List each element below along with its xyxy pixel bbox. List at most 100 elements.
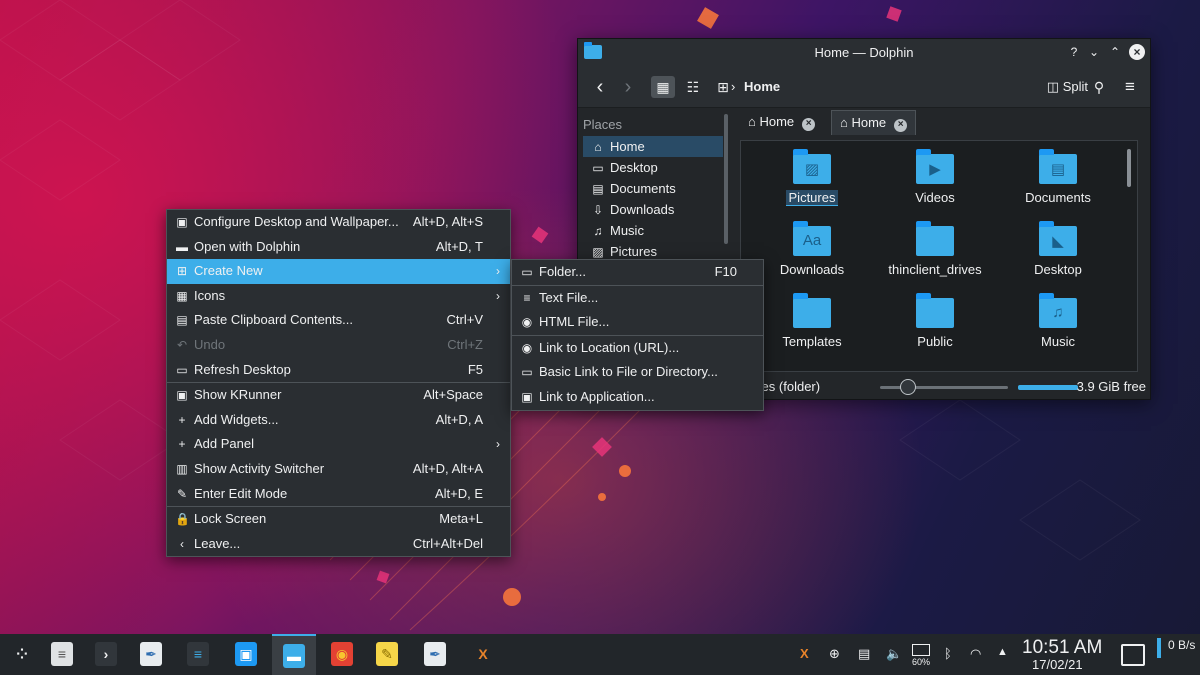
menu-item-add-widgets[interactable]: + Add Widgets... Alt+D, A xyxy=(167,408,510,433)
menu-item-basic-link-to-file-or-directory[interactable]: ▭ Basic Link to File or Directory... xyxy=(512,360,763,385)
discover-store-icon: ▣ xyxy=(235,642,257,666)
launcher-icon: ⁘ xyxy=(16,646,28,662)
menu-item-configure-desktop-and-wallpaper[interactable]: ▣ Configure Desktop and Wallpaper... Alt+D… xyxy=(167,210,510,235)
home-icon: ⌂ xyxy=(594,140,602,154)
icons-view-icon[interactable]: ▦ xyxy=(651,76,675,98)
menu-item-add-panel[interactable]: + Add Panel › xyxy=(167,432,510,457)
file-item-desktop[interactable]: ◣ Desktop xyxy=(1003,221,1113,277)
folder-icon: ◣ xyxy=(1039,221,1077,256)
places-item-desktop[interactable]: ▭ Desktop xyxy=(583,157,723,178)
file-item-videos[interactable]: ▶ Videos xyxy=(880,149,990,205)
chrome-icon: ◉ xyxy=(331,642,353,666)
taskbar-item-launcher[interactable]: ⁘ xyxy=(0,634,44,675)
taskbar-item-notes[interactable]: ✎ xyxy=(365,634,409,675)
places-item-downloads[interactable]: ⇩ Downloads xyxy=(583,199,723,220)
breadcrumb[interactable]: Home xyxy=(744,76,780,98)
submenu-arrow-icon: › xyxy=(496,288,500,303)
menu-item-link-to-application[interactable]: ▣ Link to Application... xyxy=(512,385,763,410)
file-item-thinclient_drives[interactable]: thinclient_drives xyxy=(880,221,990,277)
back-icon[interactable]: ‹ xyxy=(590,76,610,98)
volume-icon[interactable]: 🔈 xyxy=(886,646,902,662)
wifi-icon[interactable]: ◠ xyxy=(970,646,981,662)
clipboard-tray-icon[interactable]: ▤ xyxy=(858,646,870,662)
show-desktop-button[interactable] xyxy=(1121,644,1145,666)
file-item-templates[interactable]: Templates xyxy=(757,293,867,349)
menu-item-label: Paste Clipboard Contents... xyxy=(194,312,353,328)
xampp-tray-icon[interactable]: X xyxy=(800,646,809,661)
updates-tray-icon[interactable]: ⊕ xyxy=(829,646,840,662)
file-item-label: Desktop xyxy=(1034,262,1082,277)
window-titlebar[interactable]: Home — Dolphin ? ⌄ ⌃ × xyxy=(578,39,1150,67)
menu-item-show-krunner[interactable]: ▣ Show KRunner Alt+Space xyxy=(167,383,510,408)
menu-item-enter-edit-mode[interactable]: ✎ Enter Edit Mode Alt+D, E xyxy=(167,482,510,507)
places-scrollbar[interactable] xyxy=(724,114,728,244)
clock-date[interactable]: 17/02/21 xyxy=(1032,657,1083,672)
file-item-downloads[interactable]: Aa Downloads xyxy=(757,221,867,277)
menu-item-show-activity-switcher[interactable]: ▥ Show Activity Switcher Alt+D, Alt+A xyxy=(167,457,510,482)
free-space-fill xyxy=(1018,385,1078,390)
taskbar-item-dolphin[interactable]: ▬ xyxy=(272,634,316,675)
tab-home-2[interactable]: ⌂ Home × xyxy=(831,110,917,135)
compact-view-icon[interactable]: ☷ xyxy=(681,76,705,98)
file-item-pictures[interactable]: ▨ Pictures xyxy=(757,149,867,206)
taskbar-item-kwrite-2[interactable]: ✒ xyxy=(413,634,457,675)
menu-item-label: Basic Link to File or Directory... xyxy=(539,364,718,380)
forward-icon[interactable]: › xyxy=(618,76,638,98)
menu-item-paste-clipboard-contents[interactable]: ▤ Paste Clipboard Contents... Ctrl+V xyxy=(167,308,510,333)
kwrite-icon: ✒ xyxy=(140,642,162,666)
taskbar-item-discover-store[interactable]: ▣ xyxy=(224,634,268,675)
menu-item-text-file[interactable]: ≡ Text File... xyxy=(512,286,763,311)
file-item-public[interactable]: Public xyxy=(880,293,990,349)
free-space-label: 3.9 GiB free xyxy=(1076,379,1146,394)
tray-expand-icon[interactable]: ▲ xyxy=(997,646,1008,658)
help-button[interactable]: ? xyxy=(1066,44,1082,60)
maximize-button[interactable]: ⌃ xyxy=(1107,44,1123,60)
minimize-button[interactable]: ⌄ xyxy=(1086,44,1102,60)
search-icon[interactable]: ⚲ xyxy=(1088,76,1110,98)
file-item-documents[interactable]: ▤ Documents xyxy=(1003,149,1113,205)
menu-item-shortcut: Ctrl+Z xyxy=(447,336,483,352)
menu-item-html-file[interactable]: ◉ HTML File... xyxy=(512,310,763,335)
menu-item-undo[interactable]: ↶ Undo Ctrl+Z xyxy=(167,333,510,358)
menu-item-open-with-dolphin[interactable]: ▬ Open with Dolphin Alt+D, T xyxy=(167,235,510,260)
desktop-context-menu: ▣ Configure Desktop and Wallpaper... Alt+D… xyxy=(166,209,511,558)
downloads-icon: ⇩ xyxy=(592,203,604,217)
menu-item-icons[interactable]: ▦ Icons › xyxy=(167,284,510,309)
tab-home-1[interactable]: ⌂ Home × xyxy=(740,110,823,134)
clock-time[interactable]: 10:51 AM xyxy=(1022,637,1102,659)
documents-icon: ▤ xyxy=(592,182,604,196)
split-button[interactable]: ◫ Split xyxy=(1047,76,1088,98)
menu-item-shortcut: Alt+Space xyxy=(423,387,483,403)
places-item-music[interactable]: ♫ Music xyxy=(583,220,723,241)
close-button[interactable]: × xyxy=(1129,44,1145,60)
places-item-home[interactable]: ⌂ Home xyxy=(583,136,723,157)
taskbar-item-system-settings[interactable]: ≡ xyxy=(176,634,220,675)
folder-icon xyxy=(916,293,954,328)
file-view-scrollbar[interactable] xyxy=(1127,149,1131,187)
menu-item-refresh-desktop[interactable]: ▭ Refresh Desktop F5 xyxy=(167,358,510,383)
taskbar-item-terminal[interactable]: › xyxy=(84,634,128,675)
taskbar-item-chrome[interactable]: ◉ xyxy=(320,634,364,675)
file-item-music[interactable]: ♫ Music xyxy=(1003,293,1113,349)
zoom-slider-handle[interactable] xyxy=(900,379,916,395)
places-item-documents[interactable]: ▤ Documents xyxy=(583,178,723,199)
battery-icon[interactable]: 60% xyxy=(912,644,932,667)
network-monitor-bar xyxy=(1157,638,1161,658)
tab-close-icon[interactable]: × xyxy=(894,119,908,132)
menu-item-lock-screen[interactable]: 🔒 Lock Screen Meta+L xyxy=(167,507,510,532)
taskbar-item-text-editor[interactable]: ≡ xyxy=(40,634,84,675)
folder-emblem-icon: ♫ xyxy=(1052,304,1064,321)
hamburger-menu-icon[interactable]: ≡ xyxy=(1119,76,1141,98)
taskbar-item-xed[interactable]: X xyxy=(461,634,505,675)
paste-clipboard-contents-icon: ▤ xyxy=(176,313,188,328)
menu-item-create-new[interactable]: ⊞ Create New › xyxy=(167,259,510,284)
taskbar-item-kwrite[interactable]: ✒ xyxy=(129,634,173,675)
menu-item-link-to-location-url[interactable]: ◉ Link to Location (URL)... xyxy=(512,336,763,361)
menu-item-leave[interactable]: ‹ Leave... Ctrl+Alt+Del xyxy=(167,532,510,557)
bluetooth-icon[interactable]: ᛒ xyxy=(944,646,952,661)
menu-item-label: HTML File... xyxy=(539,314,610,330)
file-item-label: thinclient_drives xyxy=(888,262,982,277)
tab-close-icon[interactable]: × xyxy=(802,118,816,131)
menu-item-label: Add Widgets... xyxy=(194,411,279,427)
menu-item-folder[interactable]: ▭ Folder... F10 xyxy=(512,260,763,285)
